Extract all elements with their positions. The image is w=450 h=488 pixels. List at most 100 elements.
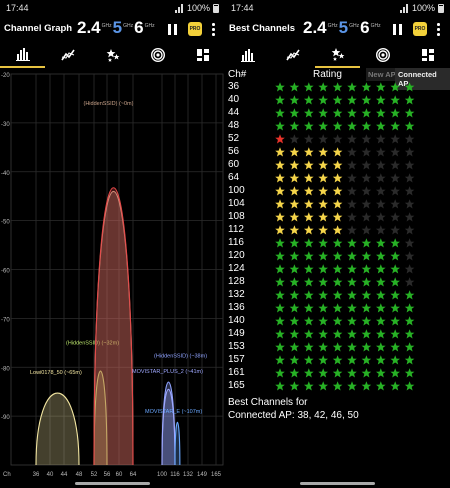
x-tick-label: Ch xyxy=(3,472,11,478)
star-icon xyxy=(404,173,415,183)
more-options-icon[interactable] xyxy=(436,23,440,37)
tab-channel-graph[interactable] xyxy=(225,42,270,68)
star-icon xyxy=(347,121,357,131)
home-gesture-bar[interactable] xyxy=(75,482,150,485)
status-time: 17:44 xyxy=(231,3,254,13)
star-icon xyxy=(289,121,300,131)
star-icon xyxy=(361,316,372,326)
star-rating xyxy=(275,159,425,172)
band-2-4ghz-toggle[interactable]: 2.4 GHz xyxy=(77,18,112,38)
star-icon xyxy=(361,290,372,300)
pause-icon[interactable] xyxy=(168,24,177,35)
star-icon xyxy=(275,316,285,326)
star-icon xyxy=(289,82,300,92)
tab-dashboard[interactable] xyxy=(180,42,225,68)
channel-number: 44 xyxy=(228,107,240,118)
star-icon xyxy=(318,82,328,92)
best-channels-screen: 17:44 100% Best Channels 2.4 GHz 5 GHz 6 GH… xyxy=(225,0,450,488)
channel-rating-row: 132 xyxy=(228,289,448,302)
home-gesture-bar[interactable] xyxy=(300,482,375,485)
star-icon xyxy=(390,108,400,118)
star-icon xyxy=(347,251,357,261)
star-icon xyxy=(275,134,285,144)
channel-number: 48 xyxy=(228,120,240,131)
star-icon xyxy=(404,329,415,339)
star-icon xyxy=(275,147,285,157)
star-icon xyxy=(376,277,386,287)
tab-channel-rating[interactable] xyxy=(315,42,360,68)
star-icon xyxy=(289,238,300,248)
channel-graph-screen: 17:44 100% Channel Graph 2.4 GHz 5 GHz 6 GH… xyxy=(0,0,225,488)
band-5ghz-toggle[interactable]: 5 GHz xyxy=(113,18,133,38)
band-selector: 2.4 GHz 5 GHz 6 GHz xyxy=(303,18,381,38)
bar-chart-icon xyxy=(15,48,30,61)
tab-time-graph[interactable] xyxy=(270,42,315,68)
channel-rating-row: 56 xyxy=(228,146,448,159)
star-icon xyxy=(275,173,285,183)
star-icon xyxy=(289,108,300,118)
band-5ghz-toggle[interactable]: 5 GHz xyxy=(339,18,359,38)
network-label: Lowi0178_50 (~65m) xyxy=(30,370,82,376)
channel-number: 100 xyxy=(228,185,245,196)
y-tick-label: -80 xyxy=(1,366,10,372)
tab-bar xyxy=(0,42,225,68)
star-icon xyxy=(390,277,400,287)
more-options-icon[interactable] xyxy=(211,23,215,37)
tab-ap-list[interactable] xyxy=(360,42,405,68)
star-icon xyxy=(347,303,357,313)
star-icon xyxy=(404,316,415,326)
x-tick-label: 48 xyxy=(76,472,83,478)
star-icon xyxy=(289,212,300,222)
star-icon xyxy=(318,225,328,235)
star-icon xyxy=(332,329,343,339)
star-icon xyxy=(275,342,285,352)
band-6ghz-toggle[interactable]: 6 GHz xyxy=(134,18,154,38)
network-label: MOVISTAR_PLUS_2 (~41m) xyxy=(132,369,203,375)
star-icon xyxy=(404,108,415,118)
star-icon xyxy=(289,368,300,378)
star-rating xyxy=(275,380,425,393)
star-icon xyxy=(304,381,314,391)
star-icon xyxy=(304,108,314,118)
tab-channel-graph[interactable] xyxy=(0,42,45,68)
y-tick-label: -90 xyxy=(1,415,10,421)
star-icon xyxy=(390,82,400,92)
star-icon xyxy=(376,95,386,105)
band-selector: 2.4 GHz 5 GHz 6 GHz xyxy=(77,18,155,38)
star-icon xyxy=(275,238,285,248)
star-icon xyxy=(275,251,285,261)
pause-icon[interactable] xyxy=(393,24,402,35)
channel-rating-row: 149 xyxy=(228,328,448,341)
star-icon xyxy=(275,355,285,365)
star-icon xyxy=(275,186,285,196)
star-icon xyxy=(390,212,400,222)
star-icon xyxy=(361,264,372,274)
star-icon xyxy=(404,342,415,352)
star-icon xyxy=(361,238,372,248)
tab-dashboard[interactable] xyxy=(405,42,450,68)
stars-icon xyxy=(331,48,344,61)
star-icon xyxy=(361,134,372,144)
dashboard-icon xyxy=(421,49,434,61)
band-2-4ghz-toggle[interactable]: 2.4 GHz xyxy=(303,18,338,38)
new-ap-toggle[interactable]: New AP xyxy=(366,68,398,81)
star-icon xyxy=(376,121,386,131)
star-icon xyxy=(275,95,285,105)
star-icon xyxy=(390,316,400,326)
channel-number: 128 xyxy=(228,276,245,287)
pro-badge[interactable]: PRO xyxy=(188,22,202,36)
star-icon xyxy=(318,173,328,183)
star-icon xyxy=(332,290,343,300)
star-icon xyxy=(289,160,300,170)
star-icon xyxy=(347,160,357,170)
tab-channel-rating[interactable] xyxy=(90,42,135,68)
star-icon xyxy=(390,160,400,170)
tab-time-graph[interactable] xyxy=(45,42,90,68)
tab-ap-list[interactable] xyxy=(135,42,180,68)
star-icon xyxy=(318,134,328,144)
star-icon xyxy=(332,277,343,287)
star-rating xyxy=(275,341,425,354)
band-6ghz-toggle[interactable]: 6 GHz xyxy=(360,18,380,38)
pro-badge[interactable]: PRO xyxy=(413,22,427,36)
star-icon xyxy=(318,212,328,222)
